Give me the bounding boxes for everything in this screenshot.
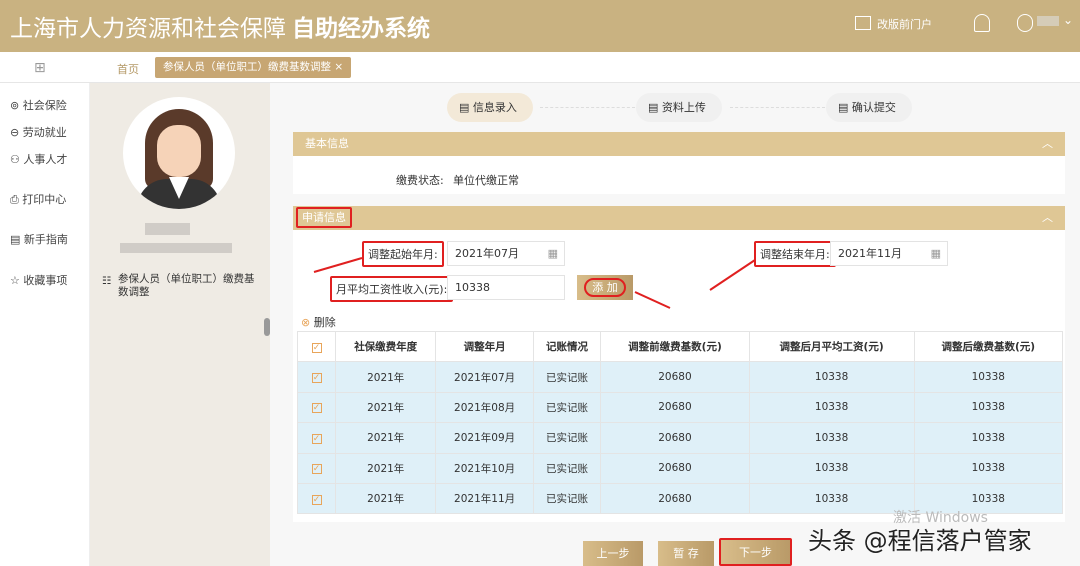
old-portal-link[interactable]: 改版前门户 [877,16,932,32]
table-row[interactable]: ✓ 2021年 2021年07月 已实记账 20680 10338 10338 [297,361,1064,393]
table-cell: 2021年07月 [435,361,534,393]
table-cell: 10338 [913,361,1064,393]
row-checkbox[interactable]: ✓ [311,433,322,444]
section-header[interactable]: 基本信息 ︿ [293,132,1065,156]
table-cell: 10338 [913,391,1064,424]
delete-icon: ⊗ [301,316,311,329]
basic-info-section: 基本信息 ︿ 缴费状态: 单位代缴正常 [293,132,1065,194]
next-button[interactable]: 下一步 [719,538,792,566]
list-icon: ☷ [102,275,112,287]
step-info-entry: ▤ 信息录入 [447,93,533,122]
table-cell: 2021年 [334,482,437,515]
tab-bar: ⊞ 首页 参保人员（单位职工）缴费基数调整 × [0,52,1080,83]
app-header: 上海市人力资源和社会保障 自助经办系统 改版前门户 ⌄ [0,0,1080,52]
table-cell: 2021年11月 [435,482,534,515]
table-cell: 20680 [600,361,750,393]
id-blurred [120,243,232,253]
chevron-down-icon[interactable]: ⌄ [1063,13,1073,27]
section-header[interactable]: 申请信息 ︿ [293,206,1065,230]
table-cell: 2021年 [334,452,437,484]
row-checkbox[interactable]: ✓ [311,373,322,384]
end-month-input[interactable]: 2021年11月 ▦ [830,241,948,266]
table-cell: 20680 [600,482,750,515]
step-confirm: ▤ 确认提交 [826,93,912,122]
chevron-up-icon: ︿ [1042,137,1053,150]
sidebar-item-employment[interactable]: ⊖ 劳动就业 [10,124,67,140]
close-icon[interactable]: × [334,61,343,73]
table-cell: 已实记账 [532,452,602,484]
sidebar-item-talent[interactable]: ⚇ 人事人才 [10,151,67,167]
name-blurred [145,223,190,235]
sidebar-item-print[interactable]: ⎙ 打印中心 [10,191,66,207]
table-cell: 2021年10月 [435,452,534,484]
select-all-checkbox[interactable]: ✓ [311,342,322,353]
table-cell: 20680 [600,391,750,424]
table-cell: 10338 [913,452,1064,484]
monitor-icon [855,16,871,30]
table-cell: 2021年08月 [435,391,534,424]
table-cell: 10338 [748,361,915,393]
chevron-up-icon: ︿ [1042,211,1053,224]
username-blurred [1037,16,1059,26]
prev-button[interactable]: 上一步 [583,541,643,566]
tab-home[interactable]: 首页 [117,61,139,77]
table-cell: 2021年09月 [435,422,534,454]
row-checkbox[interactable]: ✓ [311,494,322,505]
table-cell: 2021年 [334,422,437,454]
sidebar-item-guide[interactable]: ▤ 新手指南 [10,231,68,247]
user-icon[interactable] [1017,14,1033,32]
table-cell: 2021年 [334,391,437,424]
table-cell: 20680 [600,452,750,484]
row-checkbox[interactable]: ✓ [311,403,322,414]
current-service[interactable]: ☷ 参保人员（单位职工）缴费基数调整 [102,273,262,299]
sidebar-item-favorites[interactable]: ☆ 收藏事项 [10,272,67,288]
row-checkbox[interactable]: ✓ [311,464,322,475]
table-cell: 10338 [748,452,915,484]
bell-icon[interactable] [974,14,990,32]
profile-panel: ☷ 参保人员（单位职工）缴费基数调整 [90,83,270,566]
table-cell: 已实记账 [532,391,602,424]
table-row[interactable]: ✓ 2021年 2021年10月 已实记账 20680 10338 10338 [297,452,1064,484]
collapse-handle[interactable] [264,318,270,336]
table-cell: 已实记账 [532,482,602,515]
step-upload: ▤ 资料上传 [636,93,722,122]
save-draft-button[interactable]: 暂 存 [658,541,714,566]
sidebar: ⊚ 社会保险 ⊖ 劳动就业 ⚇ 人事人才 ⎙ 打印中心 ▤ 新手指南 ☆ 收藏事… [0,83,90,566]
table-cell: 已实记账 [532,361,602,393]
table-cell: 2021年 [334,361,437,393]
annotation-arrows [313,257,756,309]
tab-active[interactable]: 参保人员（单位职工）缴费基数调整 × [155,57,352,78]
table-cell: 10338 [748,482,915,515]
table-cell: 10338 [748,391,915,424]
apps-grid-icon[interactable]: ⊞ [34,60,46,76]
status-value: 单位代缴正常 [453,174,519,187]
calendar-icon: ▦ [930,247,941,260]
watermark: 头条 @程信落户管家 [808,527,1032,555]
avatar [123,97,235,209]
delete-button[interactable]: ⊗ 删除 [301,314,336,330]
table-cell: 10338 [748,422,915,454]
table-row[interactable]: ✓ 2021年 2021年09月 已实记账 20680 10338 10338 [297,422,1064,454]
app-title: 上海市人力资源和社会保障 自助经办系统 [10,16,430,42]
table-cell: 20680 [600,422,750,454]
table-cell: 10338 [913,422,1064,454]
table-cell: 已实记账 [532,422,602,454]
adjustment-table: ✓ 社保缴费年度 调整年月 记账情况 调整前缴费基数(元) 调整后月平均工资(元) 调整后… [297,330,1064,515]
table-row[interactable]: ✓ 2021年 2021年08月 已实记账 20680 10338 10338 [297,391,1064,424]
sidebar-item-social-insurance[interactable]: ⊚ 社会保险 [10,97,67,113]
